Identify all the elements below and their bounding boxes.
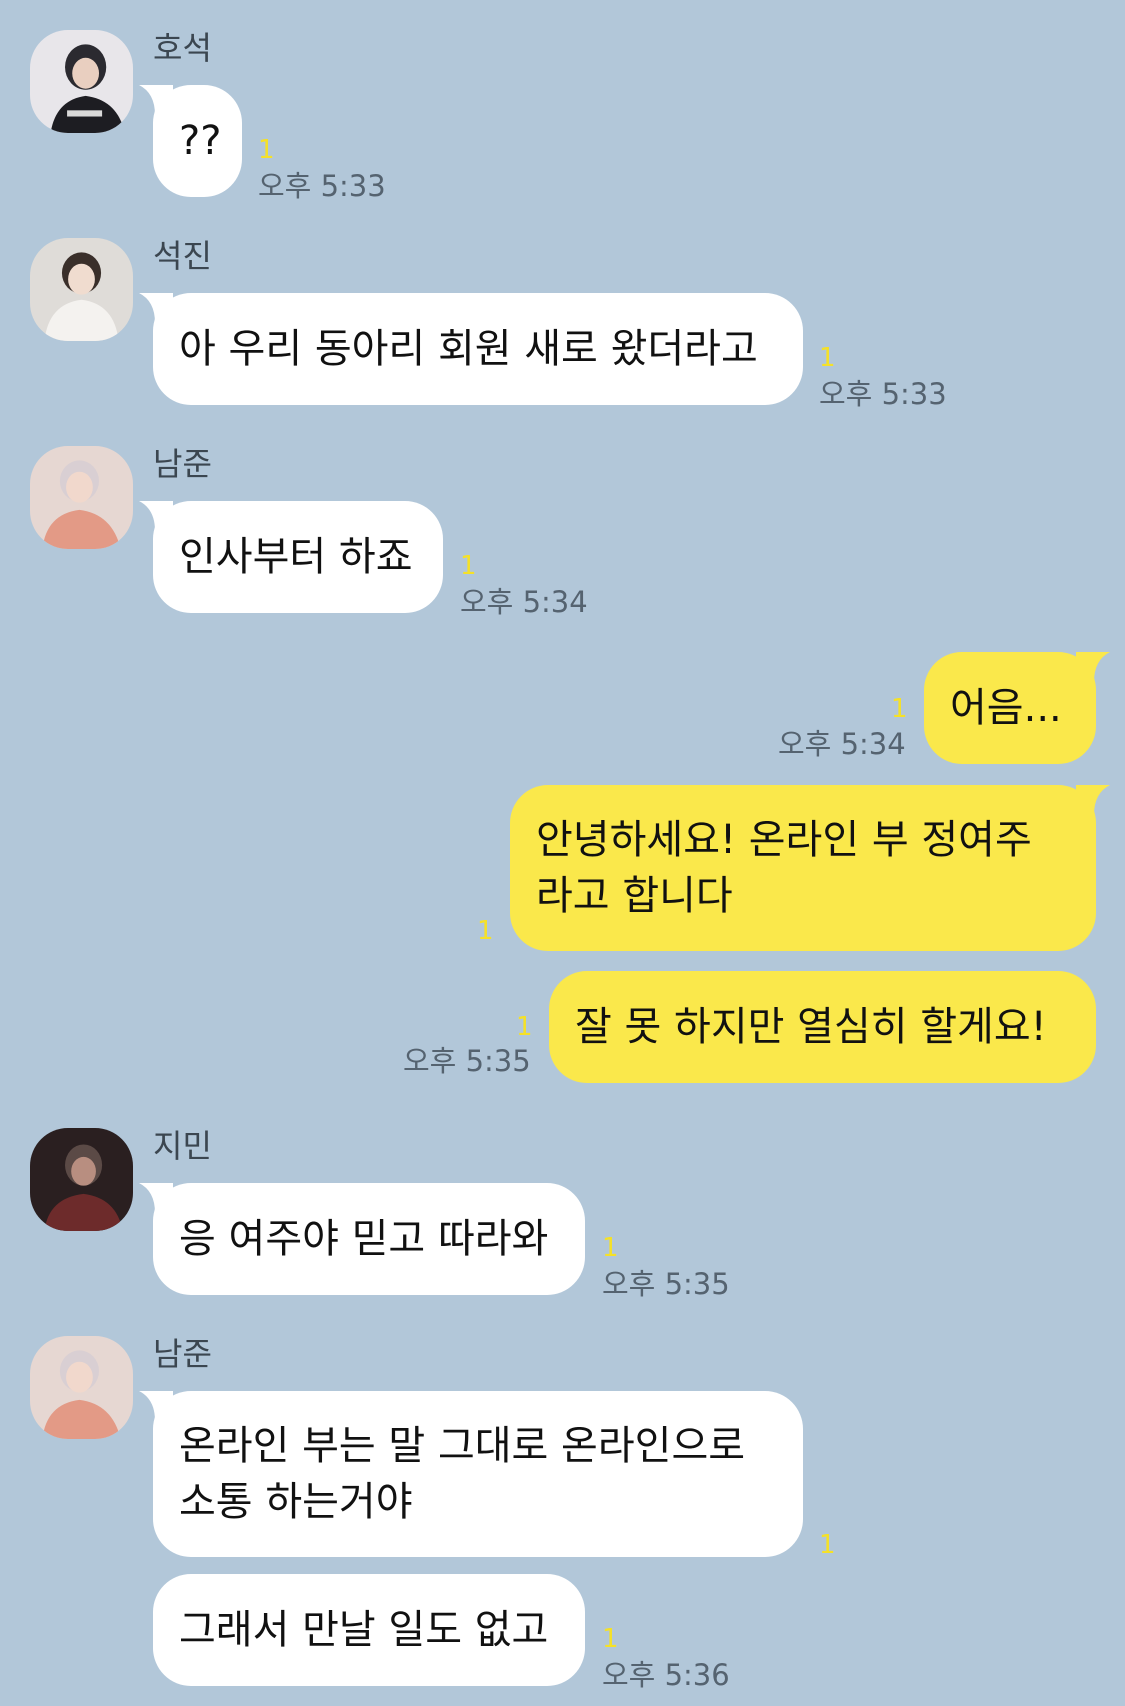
bubble-tail-icon — [139, 1391, 173, 1421]
message-time: 오후 5:36 — [602, 1658, 730, 1692]
avatar-jimin[interactable] — [30, 1128, 133, 1231]
message-bubble[interactable]: ?? — [139, 85, 242, 197]
bubble-tail-icon — [1076, 652, 1110, 682]
unread-count: 1 — [819, 1530, 836, 1560]
bubble-tail-icon — [139, 85, 173, 115]
unread-count: 1 — [602, 1233, 619, 1263]
message-text: 잘 못 하지만 열심히 할게요! — [575, 1004, 1047, 1050]
sender-name: 지민 — [153, 1127, 212, 1165]
avatar-namjoon[interactable] — [30, 1336, 133, 1439]
message-bubble[interactable]: 아 우리 동아리 회원 새로 왔더라고 — [139, 293, 803, 405]
profile-photo-icon — [30, 238, 133, 341]
message-time: 오후 5:33 — [258, 169, 386, 203]
message-time: 오후 5:34 — [778, 727, 906, 761]
bubble-tail-icon — [1076, 785, 1110, 815]
my-message-bubble[interactable]: 안녕하세요! 온라인 부 정여주 라고 합니다 — [510, 785, 1110, 951]
bubble-tail-icon — [139, 1183, 173, 1213]
message-time: 오후 5:34 — [460, 585, 588, 619]
profile-photo-icon — [30, 446, 133, 549]
avatar-hoseok[interactable] — [30, 30, 133, 133]
unread-count: 1 — [602, 1624, 619, 1654]
message-time: 오후 5:35 — [403, 1044, 531, 1078]
message-text: 인사부터 하죠 — [179, 534, 413, 580]
profile-photo-icon — [30, 30, 133, 133]
message-bubble[interactable]: 그래서 만날 일도 없고 — [153, 1574, 585, 1686]
bubble-tail-icon — [139, 293, 173, 323]
message-text-line: 소통 하는거야 — [179, 1479, 413, 1525]
message-bubble[interactable]: 인사부터 하죠 — [139, 501, 443, 613]
message-time: 오후 5:35 — [602, 1267, 730, 1301]
my-message-bubble[interactable]: 어음... — [924, 652, 1110, 764]
message-text-line: 안녕하세요! 온라인 부 정여주 — [536, 817, 1032, 863]
message-bubble[interactable]: 온라인 부는 말 그대로 온라인으로 소통 하는거야 — [139, 1391, 803, 1557]
message-bubble[interactable]: 응 여주야 믿고 따라와 — [139, 1183, 585, 1295]
message-text: 어음... — [950, 685, 1062, 731]
unread-count: 1 — [819, 343, 836, 373]
message-text-line: 온라인 부는 말 그대로 온라인으로 — [179, 1423, 746, 1469]
message-time: 오후 5:33 — [819, 377, 947, 411]
sender-name: 남준 — [153, 1335, 212, 1373]
sender-name: 호석 — [153, 29, 212, 67]
profile-photo-icon — [30, 1336, 133, 1439]
message-text: 아 우리 동아리 회원 새로 왔더라고 — [179, 326, 758, 372]
unread-count: 1 — [258, 135, 275, 165]
unread-count: 1 — [477, 916, 494, 946]
bubble-tail-icon — [139, 501, 173, 531]
avatar-seokjin[interactable] — [30, 238, 133, 341]
unread-count: 1 — [516, 1012, 533, 1042]
unread-count: 1 — [460, 551, 477, 581]
sender-name: 남준 — [153, 445, 212, 483]
chat-room: 호석 ?? 1 오후 5:33 석진 아 우리 동아리 회원 새로 왔더라고 1… — [0, 0, 1125, 1706]
unread-count: 1 — [891, 694, 908, 724]
my-message-bubble[interactable]: 잘 못 하지만 열심히 할게요! — [549, 971, 1096, 1083]
message-text: ?? — [179, 118, 222, 164]
sender-name: 석진 — [153, 237, 212, 275]
profile-photo-icon — [30, 1128, 133, 1231]
avatar-namjoon[interactable] — [30, 446, 133, 549]
message-text-line: 라고 합니다 — [536, 873, 733, 919]
message-text: 그래서 만날 일도 없고 — [179, 1607, 549, 1653]
message-text: 응 여주야 믿고 따라와 — [179, 1216, 549, 1262]
